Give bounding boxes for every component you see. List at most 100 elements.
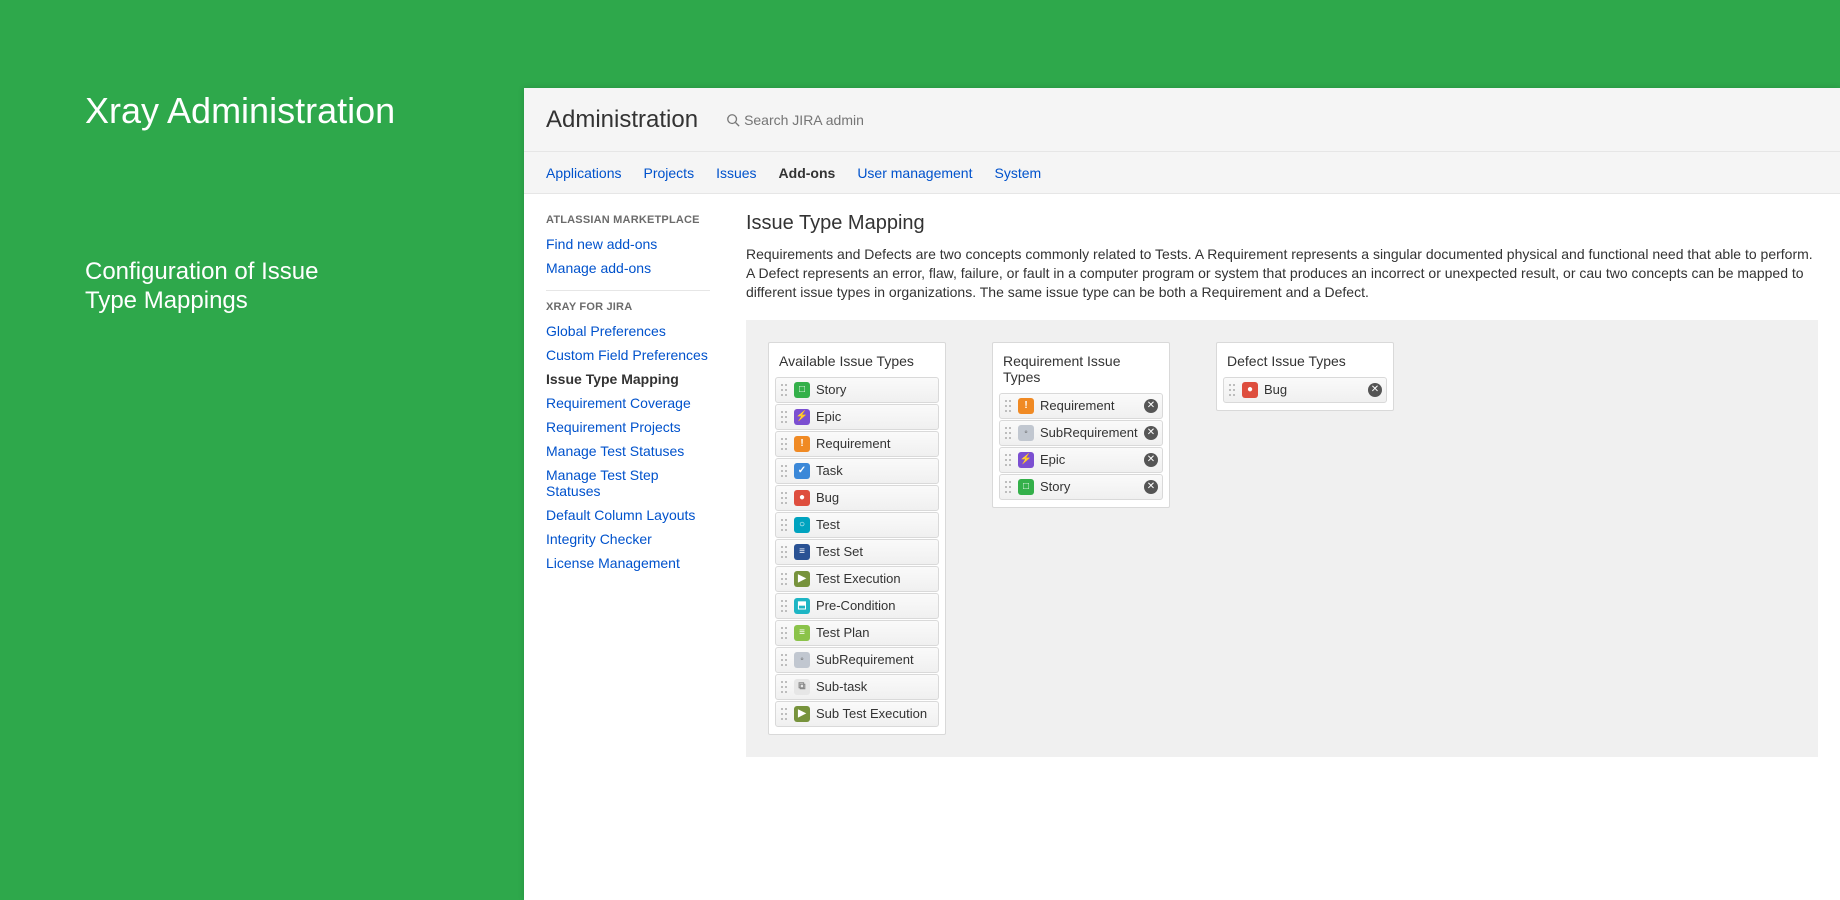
drag-handle-icon[interactable] [780, 437, 790, 451]
issue-type-label: Test [816, 517, 934, 532]
drag-handle-icon[interactable] [780, 491, 790, 505]
sidebar-item-custom-field-preferences[interactable]: Custom Field Preferences [546, 343, 710, 367]
admin-header: Administration [524, 88, 1840, 152]
issue-type-label: Test Execution [816, 571, 934, 586]
remove-icon[interactable]: ✕ [1368, 383, 1382, 397]
issue-type-label: Story [816, 382, 934, 397]
issue-type-label: Story [1040, 479, 1144, 494]
issue-type-label: Epic [1040, 452, 1144, 467]
issue-type-icon: ◦ [794, 652, 810, 668]
page-description: Requirements and Defects are two concept… [746, 245, 1818, 302]
issue-type-icon: ◦ [1018, 425, 1034, 441]
drag-handle-icon[interactable] [780, 572, 790, 586]
sidebar-group-title: XRAY FOR JIRA [546, 290, 710, 319]
sidebar-item-default-column-layouts[interactable]: Default Column Layouts [546, 503, 710, 527]
page-title: Issue Type Mapping [746, 212, 1818, 235]
issue-type-icon: ● [1242, 382, 1258, 398]
drag-handle-icon[interactable] [780, 464, 790, 478]
slide-subtitle-line2: Type Mappings [85, 287, 248, 314]
issue-type-item[interactable]: ⬒ Pre-Condition [775, 593, 939, 619]
issue-type-icon: □ [794, 382, 810, 398]
sidebar-item-global-preferences[interactable]: Global Preferences [546, 319, 710, 343]
issue-type-label: SubRequirement [816, 652, 934, 667]
issue-type-item[interactable]: ⧉ Sub-task [775, 674, 939, 700]
issue-type-label: Requirement [816, 436, 934, 451]
issue-type-icon: ⚡ [794, 409, 810, 425]
issue-type-icon: ⬒ [794, 598, 810, 614]
issue-type-icon: ✓ [794, 463, 810, 479]
tab-system[interactable]: System [994, 165, 1041, 181]
tab-user-management[interactable]: User management [857, 165, 972, 181]
sidebar-item-find-new-add-ons[interactable]: Find new add-ons [546, 232, 710, 256]
issue-type-item[interactable]: ▶Test Execution [775, 566, 939, 592]
sidebar-item-manage-test-statuses[interactable]: Manage Test Statuses [546, 439, 710, 463]
issue-type-item[interactable]: ! Requirement [775, 431, 939, 457]
drag-handle-icon[interactable] [780, 410, 790, 424]
lists-area: Available Issue Types □Story⚡Epic!Requir… [746, 320, 1818, 757]
issue-type-label: Epic [816, 409, 934, 424]
remove-icon[interactable]: ✕ [1144, 426, 1158, 440]
sidebar-item-integrity-checker[interactable]: Integrity Checker [546, 527, 710, 551]
issue-type-item[interactable]: ▶ Sub Test Execution [775, 701, 939, 727]
issue-type-icon: ! [1018, 398, 1034, 414]
sidebar-item-issue-type-mapping[interactable]: Issue Type Mapping [546, 367, 710, 391]
issue-type-item[interactable]: !Requirement✕ [999, 393, 1163, 419]
issue-type-item[interactable]: ✓ Task [775, 458, 939, 484]
sidebar-item-manage-test-step-statuses[interactable]: Manage Test Step Statuses [546, 463, 710, 503]
issue-type-item[interactable]: □ Story [775, 377, 939, 403]
issue-type-icon: ▶ [794, 706, 810, 722]
drag-handle-icon[interactable] [780, 653, 790, 667]
tab-projects[interactable]: Projects [644, 165, 695, 181]
tab-applications[interactable]: Applications [546, 165, 622, 181]
requirement-column-title: Requirement Issue Types [999, 349, 1163, 393]
search-wrap[interactable] [726, 112, 924, 128]
issue-type-icon: ≡ [794, 625, 810, 641]
drag-handle-icon[interactable] [1004, 399, 1014, 413]
remove-icon[interactable]: ✕ [1144, 480, 1158, 494]
slide-subtitle: Configuration of Issue Type Mappings [85, 258, 318, 316]
drag-handle-icon[interactable] [780, 680, 790, 694]
sidebar-item-manage-add-ons[interactable]: Manage add-ons [546, 256, 710, 280]
issue-type-icon: □ [1018, 479, 1034, 495]
sidebar-item-requirement-projects[interactable]: Requirement Projects [546, 415, 710, 439]
drag-handle-icon[interactable] [1004, 426, 1014, 440]
remove-icon[interactable]: ✕ [1144, 399, 1158, 413]
tab-issues[interactable]: Issues [716, 165, 756, 181]
issue-type-item[interactable]: ●Bug✕ [1223, 377, 1387, 403]
drag-handle-icon[interactable] [780, 626, 790, 640]
drag-handle-icon[interactable] [1228, 383, 1238, 397]
drag-handle-icon[interactable] [780, 545, 790, 559]
drag-handle-icon[interactable] [780, 707, 790, 721]
issue-type-label: Sub Test Execution [816, 706, 934, 721]
drag-handle-icon[interactable] [1004, 453, 1014, 467]
available-column: Available Issue Types □Story⚡Epic!Requir… [768, 342, 946, 735]
issue-type-item[interactable]: ⚡ Epic [775, 404, 939, 430]
issue-type-icon: ⚡ [1018, 452, 1034, 468]
issue-type-item[interactable]: ◦ SubRequirement [775, 647, 939, 673]
issue-type-item[interactable]: ●Bug [775, 485, 939, 511]
issue-type-item[interactable]: ≡Test Set [775, 539, 939, 565]
issue-type-label: Pre-Condition [816, 598, 934, 613]
admin-panel: Administration Applications Projects Issue… [524, 88, 1840, 900]
issue-type-item[interactable]: ⚡ Epic✕ [999, 447, 1163, 473]
sidebar-item-license-management[interactable]: License Management [546, 551, 710, 575]
drag-handle-icon[interactable] [1004, 480, 1014, 494]
issue-type-label: Task [816, 463, 934, 478]
issue-type-item[interactable]: ◦SubRequirement✕ [999, 420, 1163, 446]
issue-type-icon: ○ [794, 517, 810, 533]
sidebar-item-requirement-coverage[interactable]: Requirement Coverage [546, 391, 710, 415]
drag-handle-icon[interactable] [780, 383, 790, 397]
drag-handle-icon[interactable] [780, 518, 790, 532]
issue-type-item[interactable]: ○ Test [775, 512, 939, 538]
issue-type-icon: ! [794, 436, 810, 452]
tab-add-ons[interactable]: Add-ons [779, 165, 836, 181]
issue-type-label: Sub-task [816, 679, 934, 694]
drag-handle-icon[interactable] [780, 599, 790, 613]
issue-type-item[interactable]: ≡Test Plan [775, 620, 939, 646]
search-input[interactable] [744, 112, 924, 128]
issue-type-label: Test Set [816, 544, 934, 559]
issue-type-icon: ⧉ [794, 679, 810, 695]
issue-type-item[interactable]: □ Story✕ [999, 474, 1163, 500]
remove-icon[interactable]: ✕ [1144, 453, 1158, 467]
slide-subtitle-line1: Configuration of Issue [85, 258, 318, 285]
